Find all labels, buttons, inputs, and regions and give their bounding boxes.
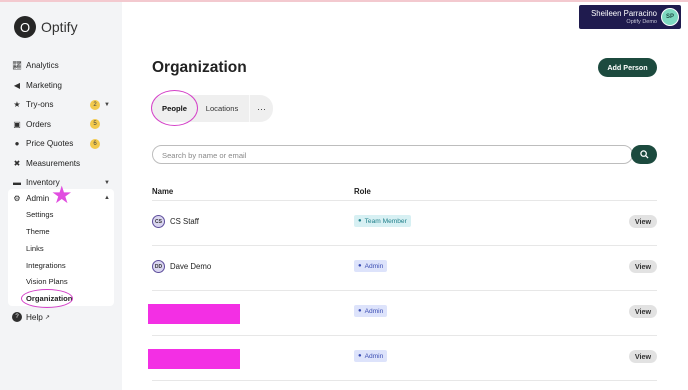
sidebar-item-label: Admin [26, 193, 50, 203]
view-button[interactable]: View [629, 305, 657, 318]
sidebar-item-help[interactable]: ? Help ↗ [12, 312, 50, 322]
table-row: ● Admin View [148, 290, 657, 335]
external-link-icon: ↗ [44, 314, 50, 321]
sidebar-nav: 📈︎ Analytics ◀ Marketing ★ Try-ons 2 ▼ ▣… [0, 56, 122, 193]
add-person-button[interactable]: Add Person [598, 58, 657, 77]
sidebar-subitem-links[interactable]: Links [26, 244, 44, 253]
sidebar-subitem-theme[interactable]: Theme [26, 227, 50, 236]
tab-locations[interactable]: Locations [200, 95, 244, 122]
user-menu[interactable]: Sheileen Parracino Optify Demo SP [579, 5, 681, 29]
person-name: CS Staff [170, 217, 199, 226]
ruler-icon: ✖ [13, 158, 21, 168]
avatar: SP [661, 8, 679, 26]
sidebar-item-label: Price Quotes [26, 139, 74, 149]
table-row: CS CS Staff ● Team Member View [152, 200, 657, 245]
app-logo[interactable]: O Optify [14, 16, 78, 38]
inventory-icon: ▬ [13, 178, 21, 188]
sidebar-item-analytics[interactable]: 📈︎ Analytics [0, 56, 122, 76]
highlight-circle [21, 289, 73, 308]
chevron-down-icon[interactable]: ▼ [104, 102, 110, 108]
role-badge: ● Admin [354, 305, 388, 317]
view-button[interactable]: View [629, 260, 657, 273]
avatar: CS [152, 215, 165, 228]
gear-icon: ⚙ [13, 193, 21, 203]
person-icon: ● [358, 353, 362, 359]
count-badge: 6 [90, 138, 100, 149]
user-org: Optify Demo [626, 19, 657, 25]
chart-icon: 📈︎ [12, 61, 23, 71]
person-icon: ● [358, 218, 362, 224]
count-badge: 5 [90, 119, 100, 130]
column-header-name: Name [152, 187, 174, 196]
sidebar-item-marketing[interactable]: ◀ Marketing [0, 76, 122, 96]
role-label: Admin [364, 307, 384, 315]
page-title: Organization [152, 59, 247, 76]
view-button[interactable]: View [629, 350, 657, 363]
table-row: ● Admin View [148, 335, 657, 380]
question-icon: ? [12, 312, 22, 322]
sidebar-item-price-quotes[interactable]: ● Price Quotes 6 [0, 134, 122, 154]
redacted-name [148, 349, 240, 369]
sidebar-item-label: Orders [26, 119, 52, 129]
megaphone-icon: ◀ [13, 80, 21, 90]
app-name: Optify [41, 19, 78, 35]
sidebar-item-label: Help [26, 312, 43, 322]
role-label: Admin [364, 262, 384, 270]
sidebar-item-label: Marketing [26, 80, 62, 90]
table-row [152, 380, 657, 390]
sidebar-subitem-settings[interactable]: Settings [26, 210, 53, 219]
sidebar-item-label: Try-ons [26, 100, 54, 110]
sidebar-item-label: Analytics [26, 61, 59, 71]
role-badge: ● Admin [354, 350, 388, 362]
sidebar-item-admin[interactable]: ⚙ Admin [12, 192, 49, 204]
column-header-role: Role [354, 187, 371, 196]
chevron-down-icon[interactable]: ▼ [104, 180, 110, 186]
sidebar-item-try-ons[interactable]: ★ Try-ons 2 ▼ [0, 95, 122, 115]
more-options-button[interactable]: ··· [249, 95, 273, 122]
dollar-icon: ● [14, 139, 20, 149]
role-badge: ● Admin [354, 260, 388, 272]
search-placeholder: Search by name or email [162, 151, 247, 160]
star-annotation: ★ [51, 182, 73, 209]
search-input[interactable]: Search by name or email [152, 145, 633, 164]
person-icon: ● [358, 308, 362, 314]
sidebar-item-label: Measurements [26, 158, 81, 168]
sidebar-item-measurements[interactable]: ✖ Measurements [0, 154, 122, 174]
sidebar-subitem-integrations[interactable]: Integrations [26, 261, 66, 270]
search-icon [639, 150, 649, 159]
search-button[interactable] [631, 145, 657, 164]
highlight-circle [151, 90, 198, 126]
user-name: Sheileen Parracino [591, 9, 657, 18]
count-badge: 2 [90, 99, 100, 110]
redacted-name [148, 304, 240, 324]
role-badge: ● Team Member [354, 215, 411, 227]
sidebar-item-orders[interactable]: ▣ Orders 5 [0, 115, 122, 135]
box-icon: ▣ [13, 119, 21, 129]
role-label: Team Member [364, 217, 407, 225]
star-icon: ★ [13, 100, 21, 110]
role-label: Admin [364, 352, 384, 360]
table-row: DD Dave Demo ● Admin View [152, 245, 657, 290]
view-button[interactable]: View [629, 215, 657, 228]
avatar: DD [152, 260, 165, 273]
person-icon: ● [358, 263, 362, 269]
chevron-up-icon[interactable]: ▲ [104, 195, 110, 201]
person-name: Dave Demo [170, 262, 212, 271]
logo-mark: O [14, 16, 36, 38]
sidebar-subitem-vision-plans[interactable]: Vision Plans [26, 277, 68, 286]
